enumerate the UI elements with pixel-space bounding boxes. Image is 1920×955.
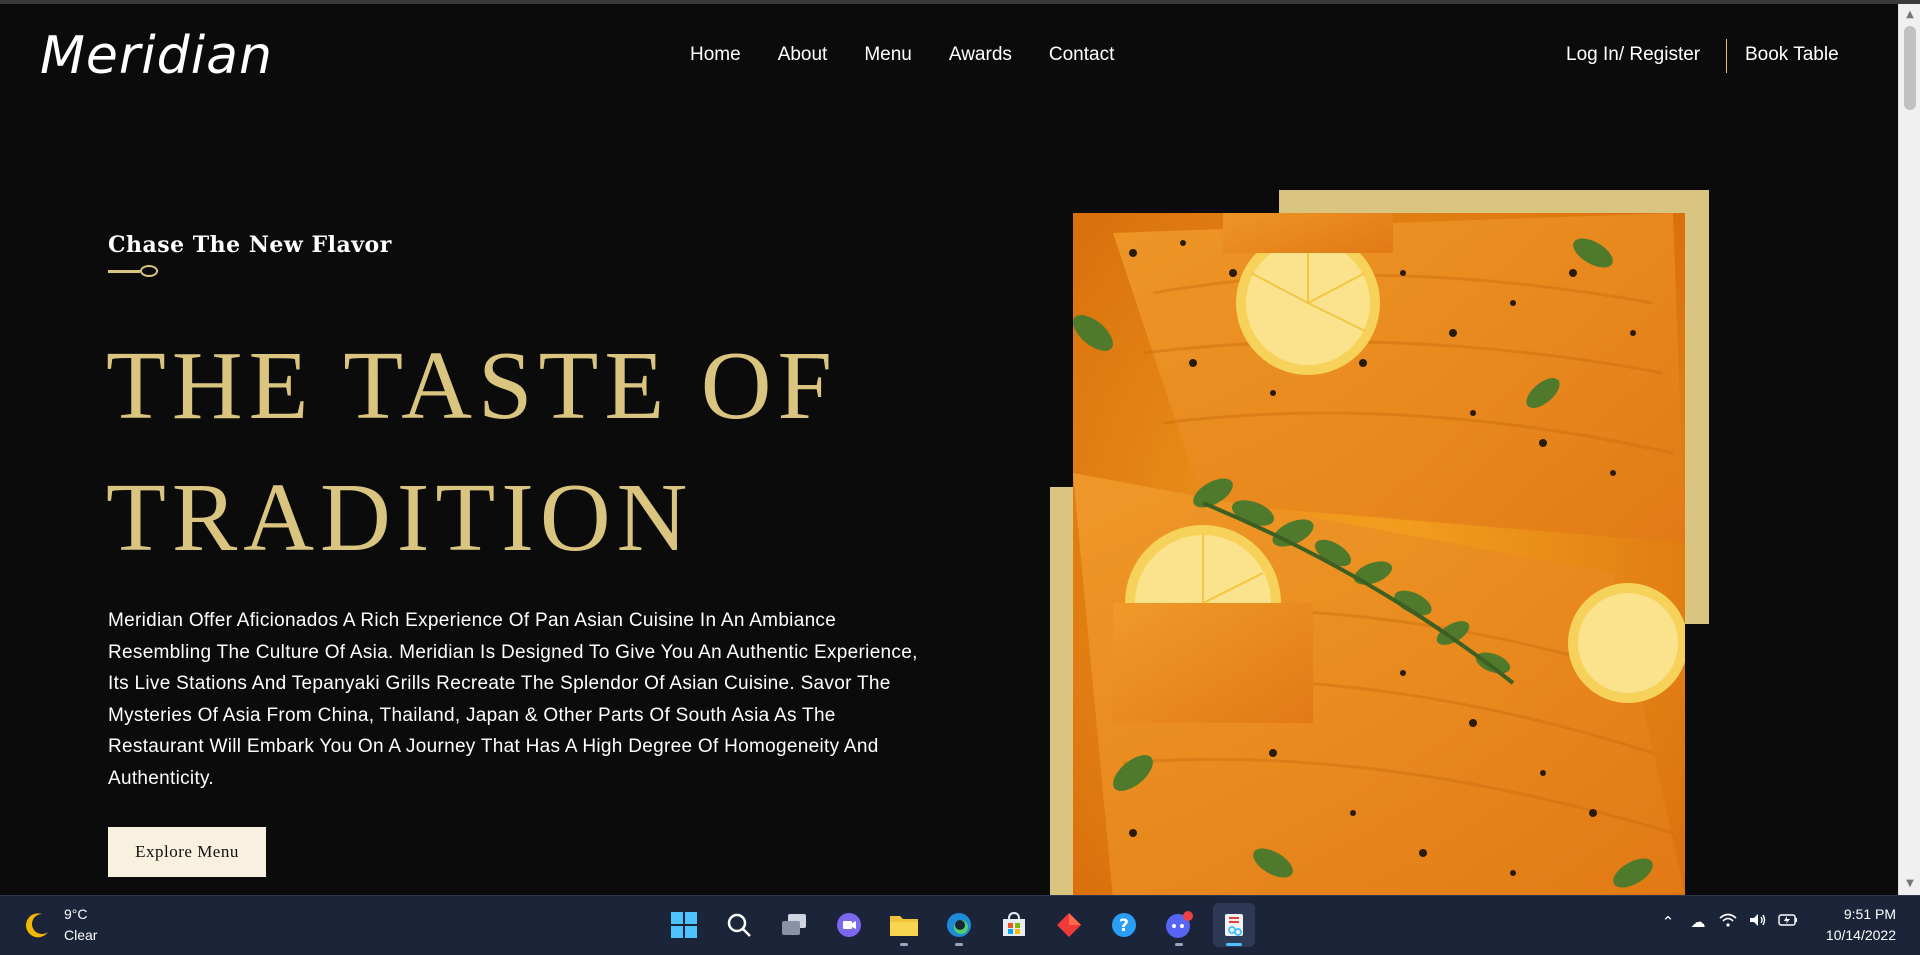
chevron-up-icon[interactable]: ⌃ [1658,913,1678,931]
task-view-icon[interactable] [773,903,815,947]
battery-icon[interactable] [1778,913,1798,931]
snipping-tool-icon[interactable] [1213,903,1255,947]
nav-home[interactable]: Home [690,44,741,66]
search-icon[interactable] [718,903,760,947]
windows-start-icon[interactable] [663,903,705,947]
system-tray: ⌃ ☁ [1658,913,1798,931]
hero-food-image [1073,213,1685,895]
windows-taskbar: 9°C Clear ? ⌃ ☁ 9:51 PM 10/14/2022 [0,895,1920,955]
discord-icon[interactable] [1158,903,1200,947]
headline-line-2: TRADITION [106,464,694,572]
weather-temperature[interactable]: 9°C [64,906,88,922]
moon-weather-icon[interactable] [22,910,52,940]
hero-headline: THE TASTE OF TRADITION [106,320,838,584]
explore-menu-button[interactable]: Explore Menu [108,827,266,877]
volume-icon[interactable] [1748,913,1768,931]
weather-condition[interactable]: Clear [64,927,97,943]
scroll-down-arrow-icon[interactable]: ▼ [1899,875,1920,893]
microsoft-store-icon[interactable] [993,903,1035,947]
nav-menu[interactable]: Menu [864,44,912,66]
taskbar-apps: ? [663,903,1255,947]
running-indicator [1175,943,1183,946]
tagline-circle-decoration [140,265,158,277]
page-scrollbar[interactable]: ▲ ▼ [1898,4,1920,895]
website-viewport: Meridian Home About Menu Awards Contact … [0,4,1898,895]
running-indicator [900,943,908,946]
nav-contact[interactable]: Contact [1049,44,1114,66]
red-diamond-app-icon[interactable] [1048,903,1090,947]
hero-description: Meridian Offer Aficionados A Rich Experi… [108,610,918,789]
login-register-link[interactable]: Log In/ Register [1566,44,1700,66]
onedrive-cloud-icon[interactable]: ☁ [1688,913,1708,931]
hero-tagline: Chase The New Flavor [108,232,392,258]
scrollbar-thumb[interactable] [1904,26,1916,110]
site-logo[interactable]: Meridian [40,26,273,86]
headline-line-1: THE TASTE OF [106,332,839,440]
clock-time[interactable]: 9:51 PM [1844,906,1896,922]
scroll-up-arrow-icon[interactable]: ▲ [1899,6,1920,24]
edge-browser-icon[interactable] [938,903,980,947]
help-icon[interactable]: ? [1103,903,1145,947]
wifi-icon[interactable] [1718,913,1738,931]
header-divider [1726,39,1727,73]
file-explorer-icon[interactable] [883,903,925,947]
svg-text:?: ? [1119,916,1129,936]
tagline-underline-decoration [108,270,140,273]
chat-icon[interactable] [828,903,870,947]
nav-about[interactable]: About [778,44,828,66]
active-indicator [1226,943,1242,946]
book-table-link[interactable]: Book Table [1745,44,1839,66]
clock-date[interactable]: 10/14/2022 [1826,927,1896,943]
nav-awards[interactable]: Awards [949,44,1012,66]
main-nav: Home About Menu Awards Contact [690,44,1114,66]
running-indicator [955,943,963,946]
